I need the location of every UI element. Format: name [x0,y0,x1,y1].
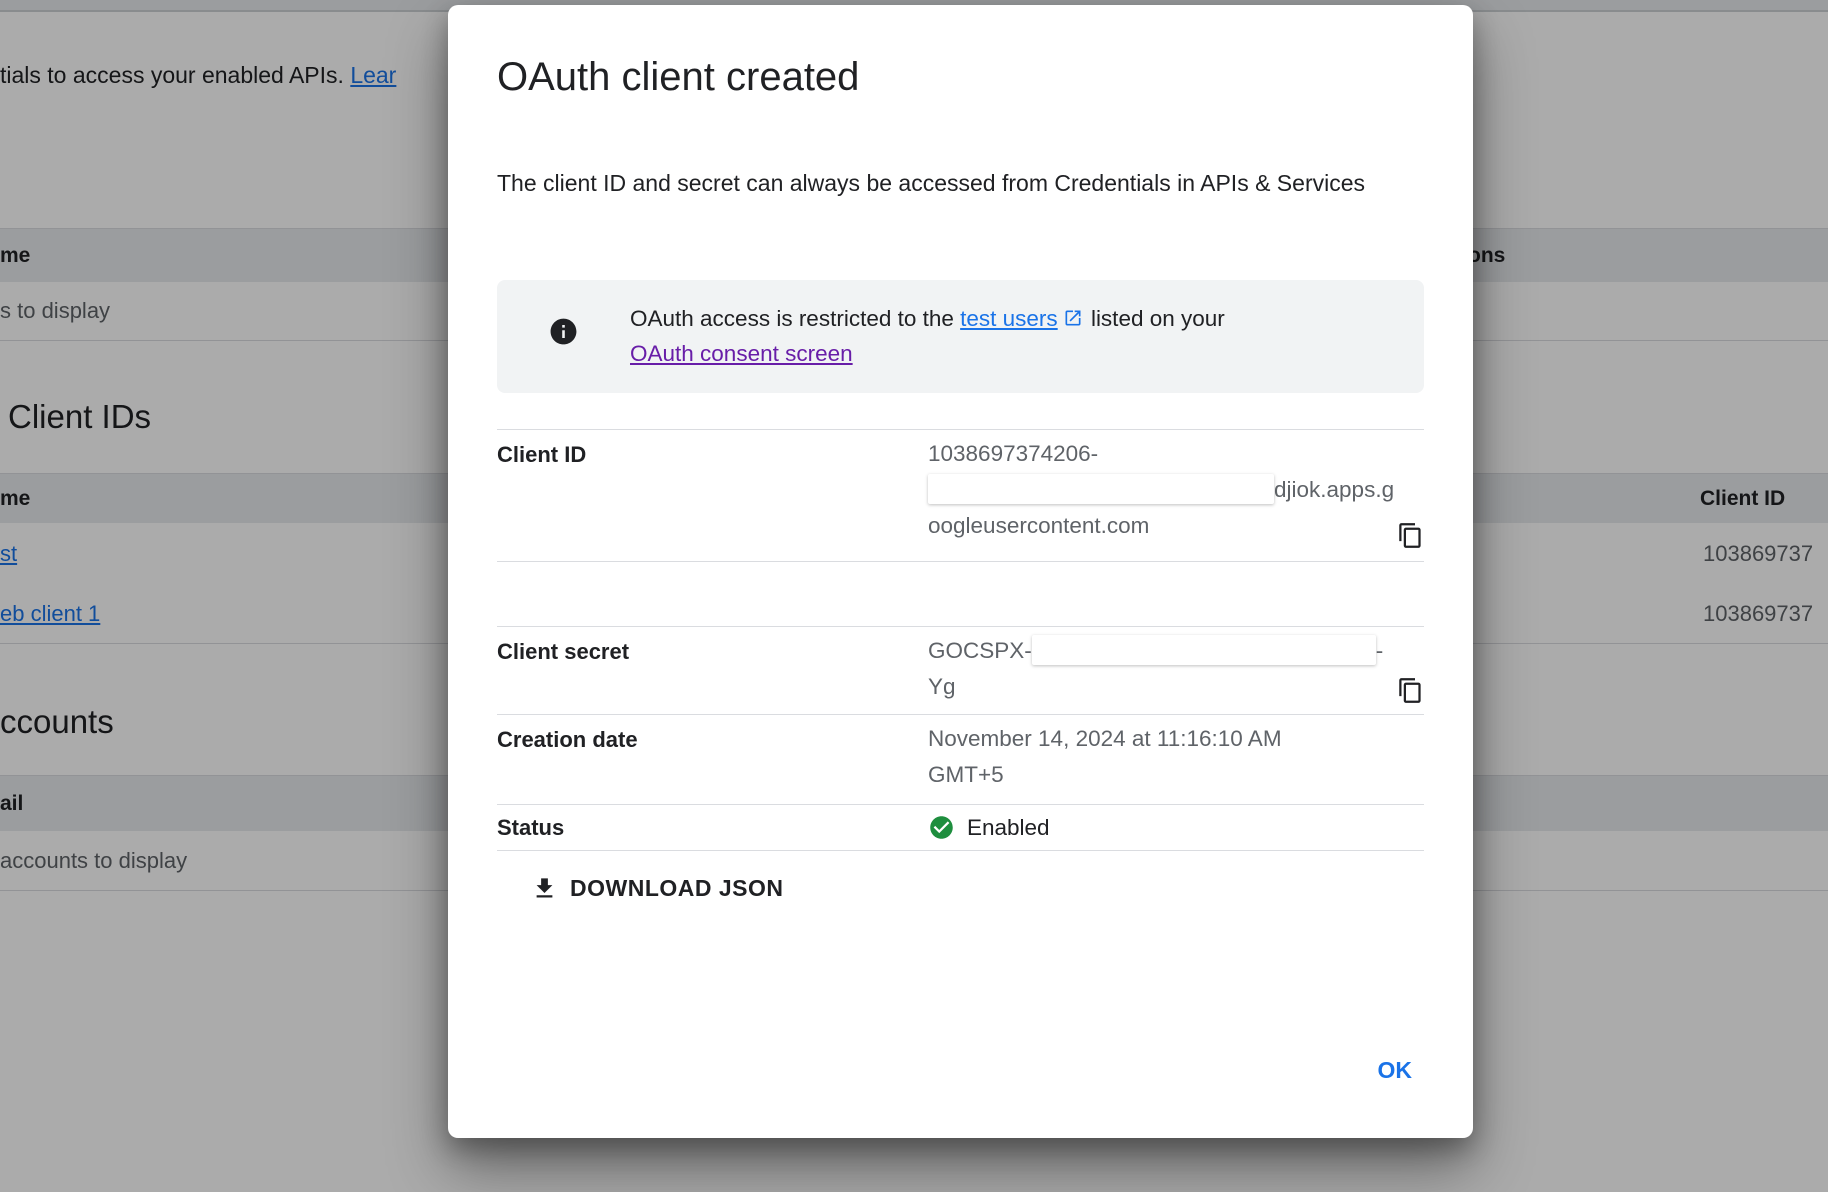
oauth-consent-screen-link[interactable]: OAuth consent screen [630,341,853,366]
status-value: Enabled [928,810,1424,846]
client-details: Client ID 1038697374206- djiok.apps.g oo… [497,429,1424,851]
creation-date-line1: November 14, 2024 at 11:16:10 AM [928,726,1282,751]
dialog-title: OAuth client created [497,55,859,100]
open-in-new-icon [1063,308,1083,328]
client-secret-label: Client secret [497,627,928,714]
download-json-button[interactable]: DOWNLOAD JSON [523,871,792,906]
row-spacer [497,562,1424,626]
download-json-label: DOWNLOAD JSON [570,875,784,902]
status-text: Enabled [967,810,1050,846]
notice-text-before: OAuth access is restricted to the [630,306,960,331]
notice-text-after: listed on your [1085,306,1225,331]
client-secret-redaction [1032,635,1376,665]
download-icon [531,875,558,902]
restricted-access-notice: OAuth access is restricted to the test u… [497,280,1424,393]
oauth-client-created-dialog: OAuth client created The client ID and s… [448,5,1473,1138]
creation-date-row: Creation date November 14, 2024 at 11:16… [497,715,1424,805]
client-secret-suffix: - [1376,638,1384,663]
copy-client-secret-button[interactable] [1397,677,1424,704]
client-id-line2-tail: djiok.apps.g [1274,477,1394,502]
client-secret-row: Client secret GOCSPX- - Yg [497,626,1424,715]
ok-button[interactable]: OK [1368,1051,1423,1090]
client-secret-value: GOCSPX- - Yg [928,627,1424,714]
client-id-value: 1038697374206- djiok.apps.g oogleusercon… [928,430,1424,561]
creation-date-label: Creation date [497,715,928,804]
client-secret-prefix: GOCSPX- [928,638,1032,663]
client-id-row: Client ID 1038697374206- djiok.apps.g oo… [497,429,1424,562]
client-id-redaction [928,474,1274,504]
copy-client-id-button[interactable] [1397,522,1424,549]
creation-date-line2: GMT+5 [928,762,1004,787]
status-row: Status Enabled [497,805,1424,851]
check-circle-icon [928,814,955,841]
screen: tials to access your enabled APIs. Lear … [0,0,1828,1192]
test-users-link[interactable]: test users [960,306,1058,331]
client-secret-line2: Yg [928,674,956,699]
dialog-description: The client ID and secret can always be a… [497,162,1407,204]
client-id-label: Client ID [497,430,928,561]
status-label: Status [497,815,928,841]
client-id-line1: 1038697374206- [928,441,1098,466]
info-icon [548,316,579,347]
client-id-line3: oogleusercontent.com [928,513,1149,538]
creation-date-value: November 14, 2024 at 11:16:10 AM GMT+5 [928,715,1424,804]
notice-text: OAuth access is restricted to the test u… [630,301,1225,371]
